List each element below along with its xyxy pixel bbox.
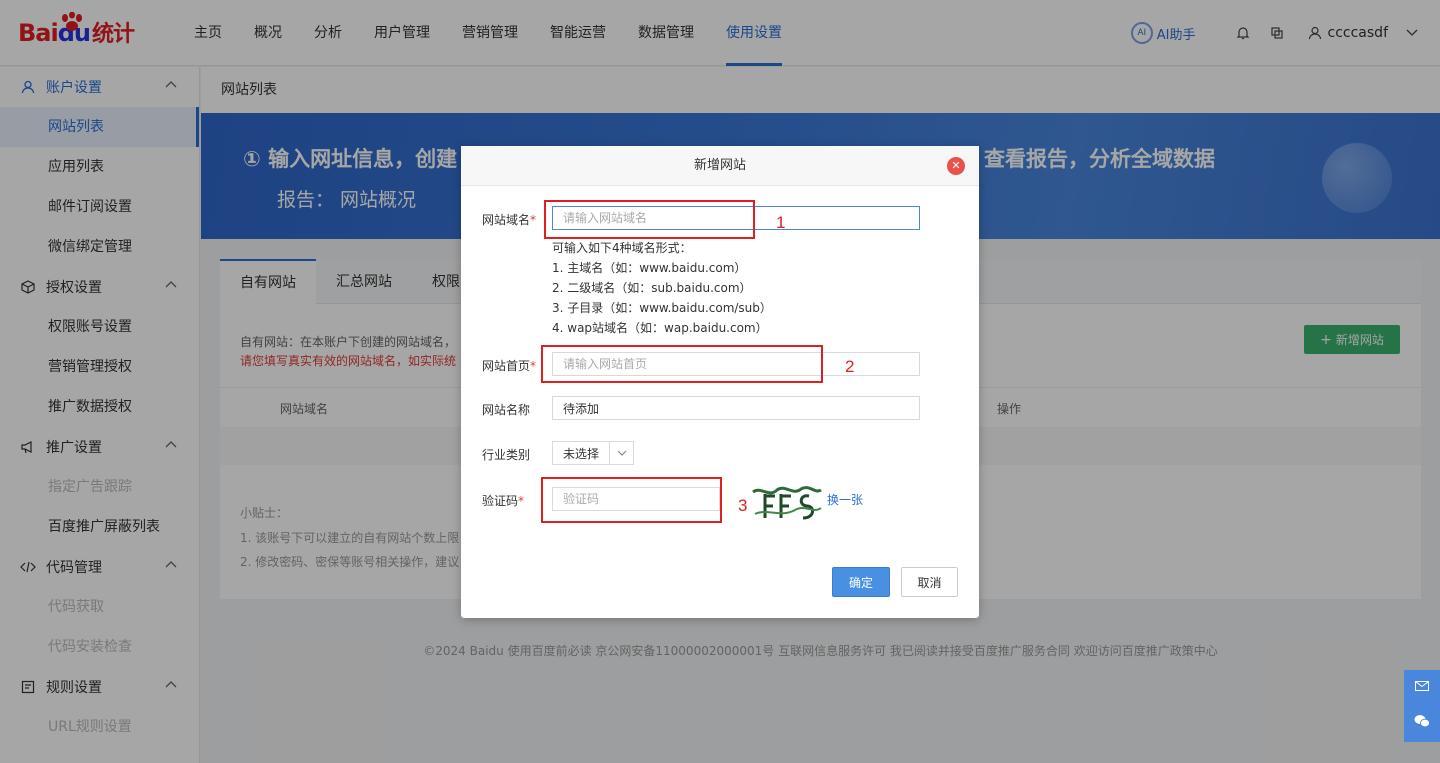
- annotation-box-domain: [544, 200, 755, 239]
- dialog-title: 新增网站: [693, 158, 746, 173]
- homepage-label: 网站首页*: [482, 357, 536, 374]
- close-icon[interactable]: ✕: [947, 157, 965, 175]
- mail-icon[interactable]: [1415, 680, 1429, 695]
- cancel-button[interactable]: 取消: [901, 567, 958, 597]
- site-name-input[interactable]: [552, 396, 920, 420]
- industry-label: 行业类别: [482, 448, 531, 462]
- required-mark: *: [530, 359, 537, 373]
- domain-hint-3: 3. 子目录（如：www.baidu.com/sub）: [552, 301, 772, 315]
- chevron-down-icon: [609, 442, 633, 464]
- required-mark: *: [518, 494, 525, 508]
- annotation-number-1: 1: [776, 213, 786, 232]
- required-mark: *: [530, 213, 537, 227]
- industry-select-value: 未选择: [563, 446, 600, 461]
- dialog-header: 新增网站 ✕: [461, 146, 979, 186]
- captcha-label: 验证码*: [482, 492, 524, 509]
- floating-contact-bar: [1404, 670, 1440, 742]
- annotation-box-captcha: [541, 477, 722, 523]
- captcha-image[interactable]: [751, 484, 823, 522]
- wechat-icon[interactable]: [1414, 714, 1430, 732]
- domain-hint-title: 可输入如下4种域名形式：: [552, 241, 692, 255]
- domain-hint-2: 2. 二级域名（如：sub.baidu.com）: [552, 281, 752, 295]
- refresh-captcha-link[interactable]: 换一张: [827, 491, 863, 508]
- site-name-label: 网站名称: [482, 403, 531, 417]
- domain-hint-4: 4. wap站域名（如：wap.baidu.com）: [552, 321, 768, 335]
- confirm-button[interactable]: 确定: [832, 567, 890, 597]
- domain-label: 网站域名*: [482, 211, 536, 228]
- domain-hint-1: 1. 主域名（如：www.baidu.com）: [552, 261, 747, 275]
- annotation-box-homepage: [541, 345, 823, 383]
- homepage-label-text: 网站首页: [482, 359, 531, 373]
- captcha-label-text: 验证码: [482, 494, 519, 508]
- domain-label-text: 网站域名: [482, 213, 531, 227]
- annotation-number-3: 3: [738, 496, 748, 515]
- annotation-number-2: 2: [845, 357, 855, 376]
- industry-select[interactable]: 未选择: [552, 441, 634, 465]
